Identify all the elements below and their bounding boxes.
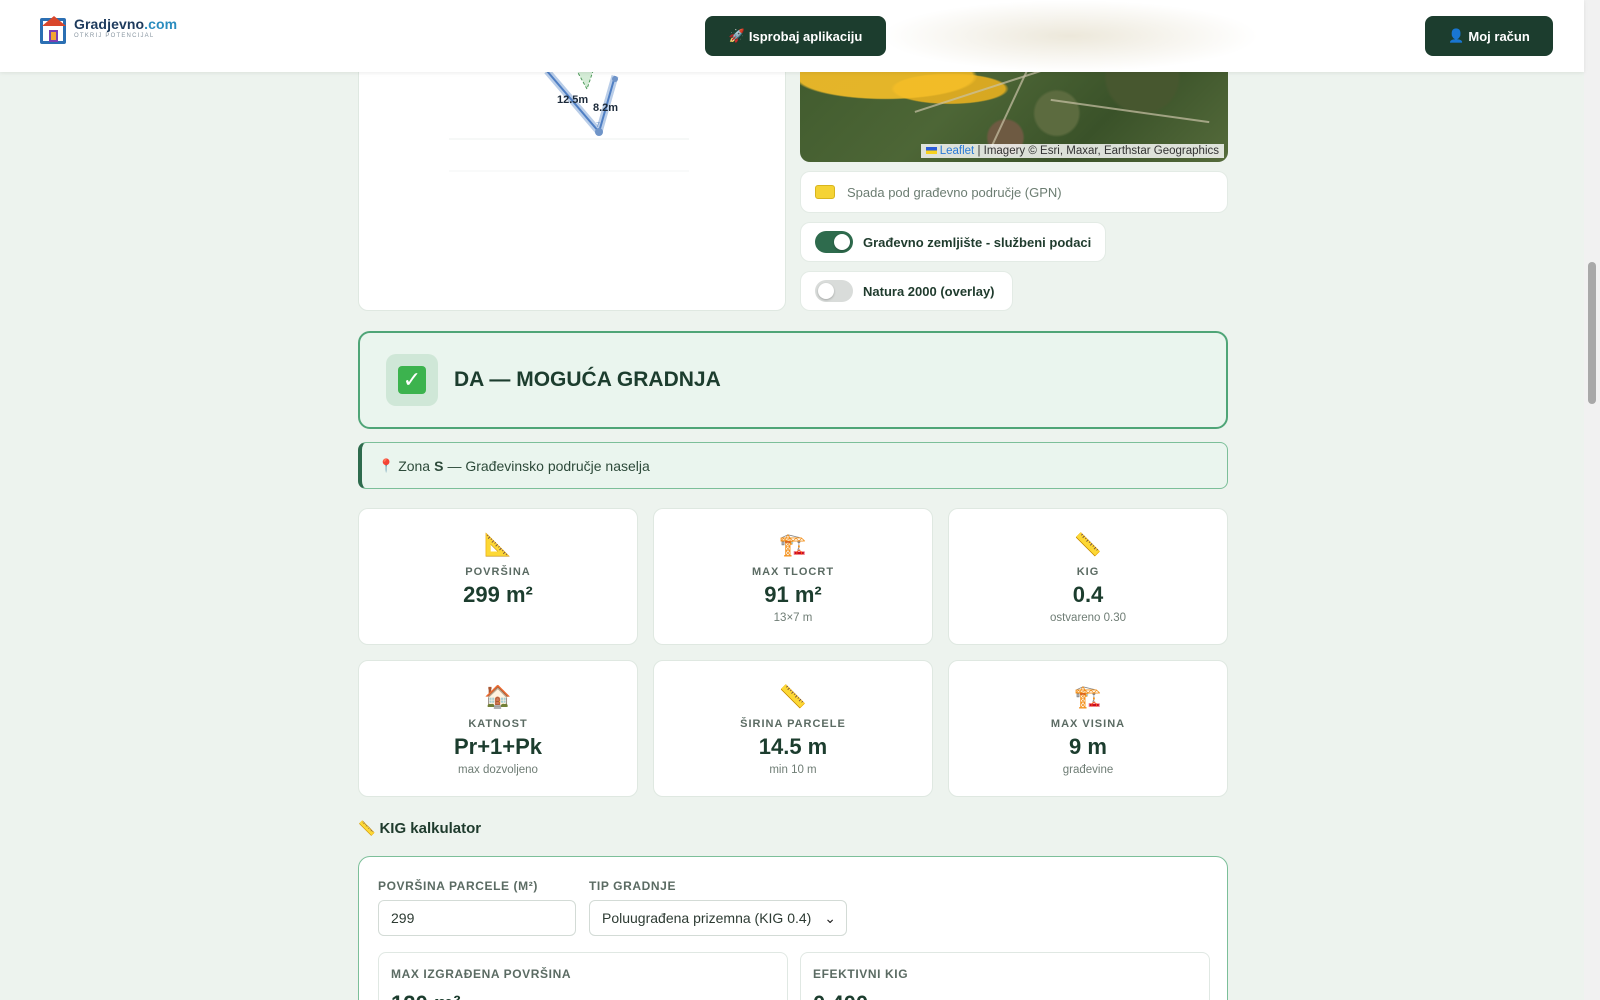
crane-icon: 🏗️ — [779, 532, 807, 557]
toggle-building-land[interactable]: Građevno zemljište - službeni podaci — [800, 222, 1106, 262]
try-app-button[interactable]: 🚀 Isprobaj aplikaciju — [705, 16, 886, 56]
chevron-down-icon: ⌄ — [824, 909, 836, 926]
effective-kig-tile: EFEKTIVNI KIG 0.400 — [800, 952, 1210, 1000]
stat-card-max-height: 🏗️ MAX VISINA 9 m građevine — [948, 660, 1228, 797]
my-account-label: Moj račun — [1468, 28, 1530, 44]
construction-type-select[interactable]: Poluugrađena prizemna (KIG 0.4) ⌄ — [589, 900, 847, 936]
kig-calculator-heading: 📏 KIG kalkulator — [358, 820, 481, 837]
stat-value: Pr+1+Pk — [453, 734, 543, 759]
stat-card-floors: 🏠 KATNOST Pr+1+Pk max dozvoljeno — [358, 660, 638, 797]
crane-icon: 🏗️ — [1074, 684, 1102, 709]
result-title: DA — MOGUĆA GRADNJA — [454, 368, 721, 391]
zone-description: — Građevinsko područje naselja — [447, 457, 650, 474]
stat-value: 299 m² — [463, 582, 533, 607]
map-road — [991, 63, 1031, 147]
toggle-natura-2000[interactable]: Natura 2000 (overlay) — [800, 271, 1013, 311]
ruler-icon: 📏 — [358, 820, 376, 836]
scrollbar-thumb[interactable] — [1588, 262, 1596, 404]
legend-text: Spada pod građevno područje (GPN) — [847, 184, 1062, 200]
ukraine-flag-icon — [925, 147, 937, 155]
parcel-area-input[interactable]: 299 — [378, 900, 576, 936]
rocket-icon: 🚀 — [728, 28, 745, 43]
dimension-label-1: 12.5m — [557, 94, 588, 106]
page-scrollbar[interactable] — [1584, 0, 1600, 1000]
parcel-vertex — [612, 76, 618, 82]
map-pin-icon: 📍 — [378, 457, 395, 473]
toggle-label: Građevno zemljište - službeni podaci — [863, 234, 1092, 250]
top-header: Gradjevno.com OTKRIJ POTENCIJAL 🚀 Isprob… — [0, 0, 1584, 72]
effective-kig-label: EFEKTIVNI KIG — [813, 967, 909, 981]
stat-card-area: 📐 POVRŠINA 299 m² — [358, 508, 638, 645]
zone-info: 📍 Zona S — Građevinsko područje naselja — [358, 442, 1228, 489]
toggle-label: Natura 2000 (overlay) — [863, 283, 995, 299]
construction-type-value: Poluugrađena prizemna (KIG 0.4) — [602, 910, 812, 926]
kig-calculator-panel: POVRŠINA PARCELE (M²) 299 TIP GRADNJE Po… — [358, 856, 1228, 1000]
check-mark-icon: ✓ — [386, 354, 438, 406]
stat-value: 91 m² — [764, 582, 822, 607]
stat-label: KIG — [1076, 566, 1100, 578]
parcel-sketch: 12.5m 8.2m 7 — [449, 68, 689, 172]
stat-label: ŠIRINA PARCELE — [740, 718, 846, 730]
ruler-icon: 📏 — [1074, 532, 1102, 557]
logo-name: Gradjevno.com — [74, 16, 178, 32]
user-icon: 👤 — [1448, 28, 1465, 43]
building-land-switch[interactable] — [815, 231, 853, 253]
max-built-area-label: MAX IZGRAĐENA POVRŠINA — [391, 967, 572, 981]
stat-subtext: 13×7 m — [773, 612, 813, 624]
map-legend: Spada pod građevno područje (GPN) — [800, 171, 1228, 213]
stat-value: 14.5 m — [758, 734, 828, 759]
header-backdrop — [880, 0, 1260, 72]
logo-tagline: OTKRIJ POTENCIJAL — [74, 33, 155, 39]
map-road — [1050, 98, 1210, 124]
logo-house-icon — [40, 16, 68, 46]
site-logo[interactable]: Gradjevno.com OTKRIJ POTENCIJAL — [40, 16, 177, 56]
dimension-label-2: 8.2m — [593, 102, 618, 114]
stat-value: 9 m — [1069, 734, 1107, 759]
kig-calculator-title: KIG kalkulator — [379, 820, 482, 837]
buildable-area — [576, 70, 594, 91]
leaflet-link[interactable]: Leaflet — [940, 145, 975, 157]
parcel-area-label: POVRŠINA PARCELE (M²) — [378, 879, 538, 893]
vertex-label: 7 — [596, 122, 600, 129]
map-attribution: Leaflet | Imagery © Esri, Maxar, Earthst… — [920, 144, 1224, 158]
stat-label: POVRŠINA — [465, 566, 531, 578]
zone-prefix: Zona — [398, 457, 431, 474]
ruler-icon: 📏 — [779, 684, 807, 709]
max-built-area-tile: MAX IZGRAĐENA POVRŠINA 120 m² — [378, 952, 788, 1000]
stat-card-parcel-width: 📏 ŠIRINA PARCELE 14.5 m min 10 m — [653, 660, 933, 797]
stat-label: MAX VISINA — [1050, 718, 1126, 730]
construction-result-banner: ✓ DA — MOGUĆA GRADNJA — [358, 331, 1228, 429]
stat-subtext: max dozvoljeno — [458, 764, 538, 776]
legend-swatch — [815, 185, 835, 199]
house-icon: 🏠 — [484, 684, 512, 709]
stat-card-kig: 📏 KIG 0.4 ostvareno 0.30 — [948, 508, 1228, 645]
effective-kig-value: 0.400 — [813, 991, 868, 1000]
stat-subtext: građevine — [1062, 764, 1114, 776]
parcel-sketch-panel: 12.5m 8.2m 7 — [358, 40, 786, 311]
stat-subtext: ostvareno 0.30 — [1049, 612, 1127, 624]
max-built-area-value: 120 m² — [391, 991, 461, 1000]
triangle-ruler-icon: 📐 — [484, 532, 512, 557]
construction-type-label: TIP GRADNJE — [589, 879, 677, 893]
stat-label: KATNOST — [468, 718, 528, 730]
attribution-text: | Imagery © Esri, Maxar, Earthstar Geogr… — [977, 145, 1219, 157]
zone-code: S — [434, 457, 444, 474]
stat-subtext: min 10 m — [769, 764, 817, 776]
parcel-vertex — [595, 128, 603, 136]
try-app-label: Isprobaj aplikaciju — [748, 28, 863, 44]
stat-value: 0.4 — [1072, 582, 1104, 607]
stat-card-max-footprint: 🏗️ MAX TLOCRT 91 m² 13×7 m — [653, 508, 933, 645]
stat-label: MAX TLOCRT — [751, 566, 835, 578]
natura-2000-switch[interactable] — [815, 280, 853, 302]
my-account-button[interactable]: 👤 Moj račun — [1425, 16, 1553, 56]
